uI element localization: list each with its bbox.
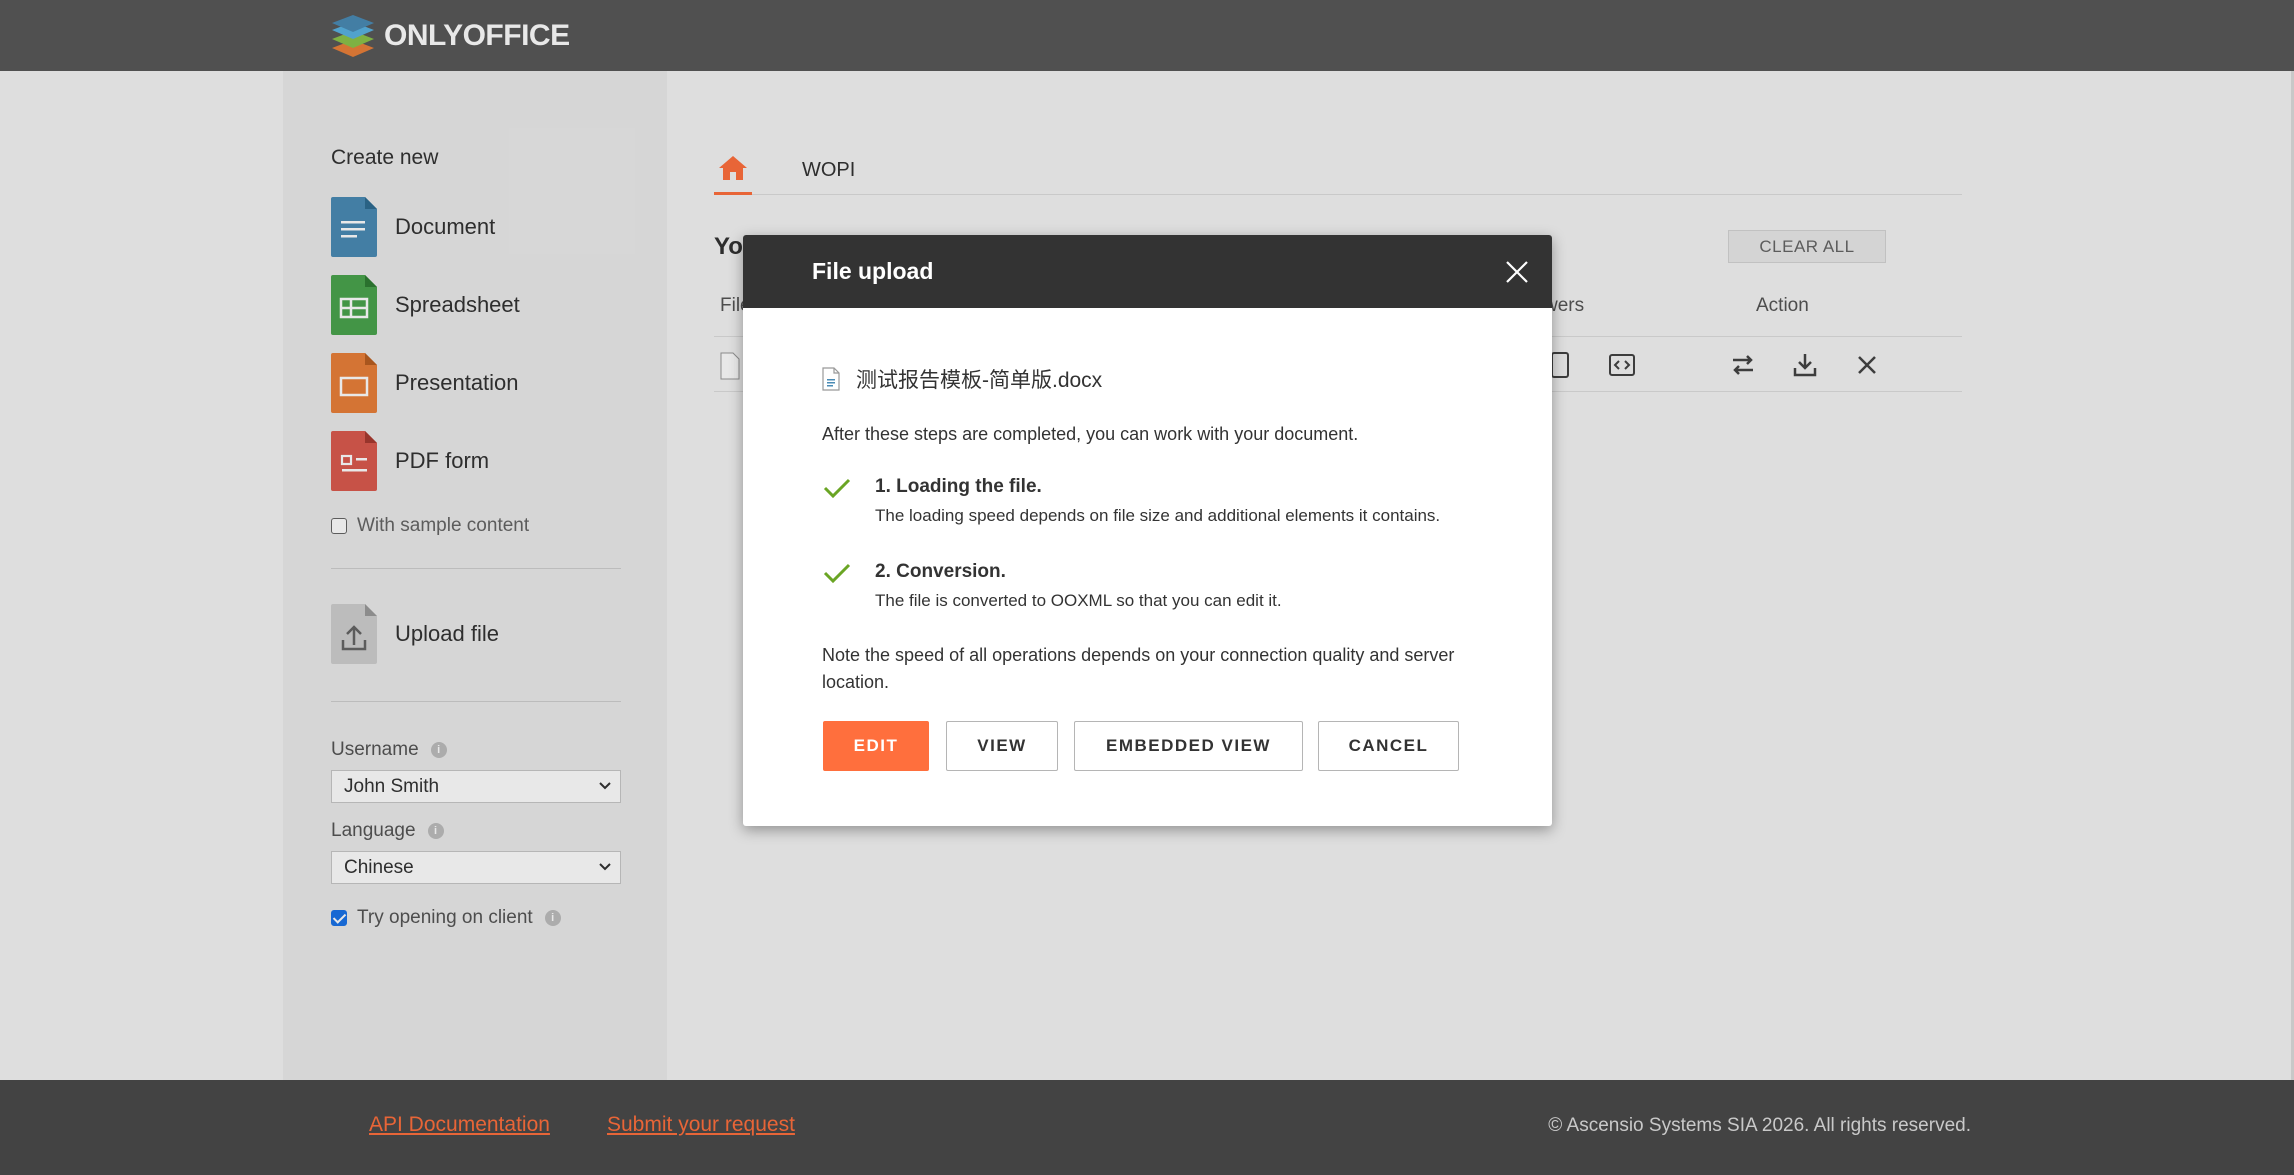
docx-file-icon	[822, 367, 840, 391]
dialog-intro-text: After these steps are completed, you can…	[822, 424, 1359, 444]
uploaded-file-row: 测试报告模板-简单版.docx	[822, 364, 1102, 394]
step-description: The file is converted to OOXML so that y…	[875, 591, 1282, 610]
close-icon[interactable]	[1504, 259, 1530, 285]
check-icon	[823, 478, 851, 499]
uploaded-file-name: 测试报告模板-简单版.docx	[856, 369, 1103, 392]
cancel-button[interactable]: CANCEL	[1318, 721, 1459, 771]
step-description: The loading speed depends on file size a…	[875, 506, 1441, 525]
embedded-view-button[interactable]: EMBEDDED VIEW	[1074, 721, 1303, 771]
step-title: 1. Loading the file.	[875, 476, 1042, 497]
step-title: 2. Conversion.	[875, 561, 1006, 582]
speed-note: Note the speed of all operations depends…	[822, 645, 1455, 692]
edit-button[interactable]: EDIT	[823, 721, 929, 771]
dialog-title: File upload	[812, 258, 934, 284]
check-icon	[823, 563, 851, 584]
dialog-header: File upload	[743, 235, 1552, 308]
file-upload-dialog: File upload 测试报告模板-简单版.docx After these …	[743, 235, 1552, 826]
view-button[interactable]: VIEW	[946, 721, 1058, 771]
